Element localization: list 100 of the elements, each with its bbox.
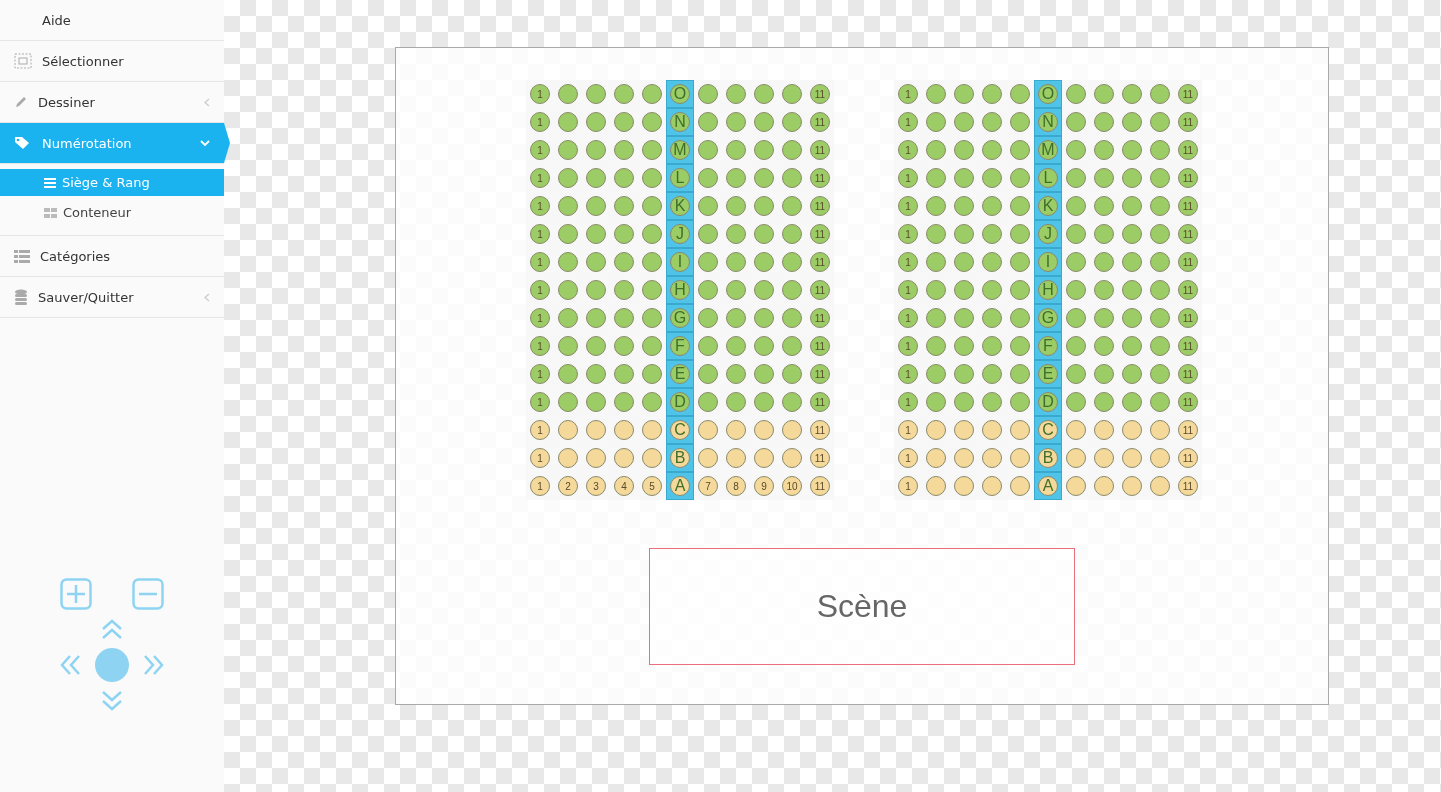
- seat[interactable]: 1: [898, 112, 918, 132]
- seat[interactable]: [1150, 196, 1170, 216]
- seat[interactable]: [1122, 308, 1142, 328]
- seat[interactable]: [614, 224, 634, 244]
- seat[interactable]: [1094, 476, 1114, 496]
- seat[interactable]: 11: [810, 392, 830, 412]
- seat[interactable]: [954, 168, 974, 188]
- seat[interactable]: [782, 392, 802, 412]
- seat[interactable]: [926, 196, 946, 216]
- seat[interactable]: 1: [530, 336, 550, 356]
- seat[interactable]: [982, 392, 1002, 412]
- seat[interactable]: 11: [1178, 392, 1198, 412]
- seat[interactable]: [642, 308, 662, 328]
- seat[interactable]: [1010, 336, 1030, 356]
- seat[interactable]: [1010, 84, 1030, 104]
- row-label-seat[interactable]: J: [1038, 224, 1058, 244]
- seat[interactable]: 1: [530, 196, 550, 216]
- seat[interactable]: [558, 392, 578, 412]
- seat[interactable]: 1: [898, 476, 918, 496]
- seat[interactable]: [726, 84, 746, 104]
- seat[interactable]: [754, 280, 774, 300]
- seat[interactable]: [782, 364, 802, 384]
- seat[interactable]: 1: [898, 168, 918, 188]
- seat[interactable]: 1: [530, 84, 550, 104]
- seat[interactable]: [982, 280, 1002, 300]
- seat[interactable]: 1: [898, 224, 918, 244]
- seat[interactable]: [586, 364, 606, 384]
- seat[interactable]: [1094, 448, 1114, 468]
- seat[interactable]: [1010, 364, 1030, 384]
- seat[interactable]: 1: [898, 280, 918, 300]
- seat[interactable]: [586, 196, 606, 216]
- seat[interactable]: [1122, 280, 1142, 300]
- seat[interactable]: 2: [558, 476, 578, 496]
- seat[interactable]: [1094, 280, 1114, 300]
- seat[interactable]: [1122, 224, 1142, 244]
- pan-right-icon[interactable]: [143, 654, 165, 676]
- seat[interactable]: 11: [810, 336, 830, 356]
- row-label-seat[interactable]: M: [670, 140, 690, 160]
- seat[interactable]: [754, 112, 774, 132]
- seat[interactable]: [1010, 224, 1030, 244]
- seat[interactable]: [782, 224, 802, 244]
- seat[interactable]: [982, 336, 1002, 356]
- seat[interactable]: [926, 392, 946, 412]
- seat[interactable]: [558, 280, 578, 300]
- seat[interactable]: [642, 196, 662, 216]
- seat[interactable]: [698, 140, 718, 160]
- seat[interactable]: [642, 140, 662, 160]
- seat[interactable]: [642, 224, 662, 244]
- seat[interactable]: [698, 392, 718, 412]
- seat[interactable]: [754, 84, 774, 104]
- seat[interactable]: [586, 280, 606, 300]
- seat[interactable]: [558, 364, 578, 384]
- seat[interactable]: [1066, 420, 1086, 440]
- seat[interactable]: [926, 308, 946, 328]
- seat[interactable]: [782, 252, 802, 272]
- seat[interactable]: [982, 308, 1002, 328]
- seat[interactable]: [642, 280, 662, 300]
- seat[interactable]: [558, 252, 578, 272]
- seat[interactable]: [782, 336, 802, 356]
- seat[interactable]: [586, 224, 606, 244]
- seat[interactable]: [1122, 252, 1142, 272]
- seat[interactable]: [1150, 448, 1170, 468]
- seat[interactable]: [954, 140, 974, 160]
- seat[interactable]: [558, 420, 578, 440]
- seat[interactable]: [782, 112, 802, 132]
- seat[interactable]: [1094, 308, 1114, 328]
- seat[interactable]: [926, 476, 946, 496]
- seat[interactable]: 10: [782, 476, 802, 496]
- row-label-seat[interactable]: A: [1038, 476, 1058, 496]
- seat[interactable]: [1150, 84, 1170, 104]
- seat[interactable]: [558, 336, 578, 356]
- seat[interactable]: 11: [810, 196, 830, 216]
- row-label-seat[interactable]: L: [670, 168, 690, 188]
- zoom-out-icon[interactable]: [132, 578, 164, 610]
- seat[interactable]: [1066, 336, 1086, 356]
- seat[interactable]: [726, 392, 746, 412]
- seat[interactable]: 1: [530, 224, 550, 244]
- seat[interactable]: [1066, 84, 1086, 104]
- seat[interactable]: 9: [754, 476, 774, 496]
- seat[interactable]: [614, 364, 634, 384]
- seat[interactable]: [642, 168, 662, 188]
- row-label-seat[interactable]: L: [1038, 168, 1058, 188]
- seat[interactable]: [1150, 280, 1170, 300]
- row-label-seat[interactable]: D: [1038, 392, 1058, 412]
- row-label-seat[interactable]: M: [1038, 140, 1058, 160]
- seat[interactable]: [926, 448, 946, 468]
- seat[interactable]: [614, 196, 634, 216]
- seat[interactable]: 8: [726, 476, 746, 496]
- seat[interactable]: [1122, 140, 1142, 160]
- seat[interactable]: [1122, 336, 1142, 356]
- seat[interactable]: [1010, 252, 1030, 272]
- seat[interactable]: [1150, 168, 1170, 188]
- seat[interactable]: [1066, 392, 1086, 412]
- seat[interactable]: [1122, 84, 1142, 104]
- seat[interactable]: 11: [810, 280, 830, 300]
- seat[interactable]: [982, 196, 1002, 216]
- seat[interactable]: [1010, 196, 1030, 216]
- seat[interactable]: [1150, 364, 1170, 384]
- seat[interactable]: [586, 84, 606, 104]
- seat[interactable]: [586, 140, 606, 160]
